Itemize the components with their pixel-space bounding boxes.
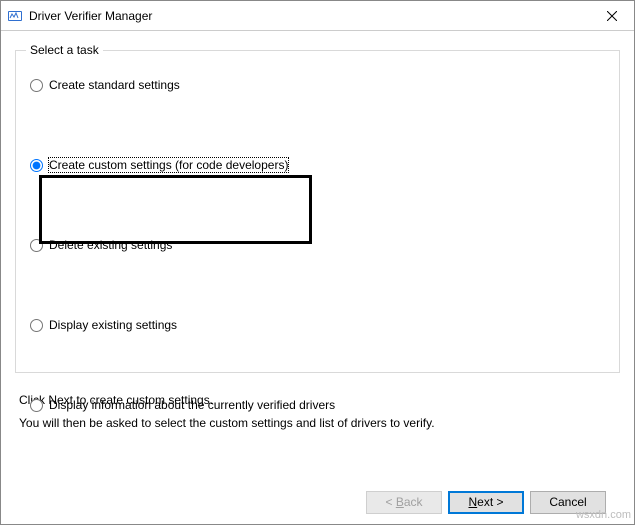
option-row-display-existing[interactable]: Display existing settings bbox=[30, 315, 609, 335]
option-row-create-standard[interactable]: Create standard settings bbox=[30, 75, 609, 95]
option-row-delete-existing[interactable]: Delete existing settings bbox=[30, 235, 609, 255]
titlebar: Driver Verifier Manager bbox=[1, 1, 634, 31]
button-bar: < Back Next > Cancel bbox=[15, 480, 620, 524]
groupbox-legend: Select a task bbox=[26, 43, 103, 57]
app-icon bbox=[7, 8, 23, 24]
close-button[interactable] bbox=[589, 1, 634, 30]
option-row-create-custom[interactable]: Create custom settings (for code develop… bbox=[30, 155, 609, 175]
radio-display-existing[interactable] bbox=[30, 319, 43, 332]
label-create-standard[interactable]: Create standard settings bbox=[49, 78, 180, 92]
label-display-info[interactable]: Display information about the currently … bbox=[49, 398, 335, 412]
label-create-custom[interactable]: Create custom settings (for code develop… bbox=[49, 158, 288, 172]
dialog-window: Driver Verifier Manager Select a task Cr… bbox=[0, 0, 635, 525]
cancel-button[interactable]: Cancel bbox=[530, 491, 606, 514]
next-button[interactable]: Next > bbox=[448, 491, 524, 514]
label-delete-existing[interactable]: Delete existing settings bbox=[49, 238, 172, 252]
close-icon bbox=[607, 11, 617, 21]
content-area: Select a task Create standard settings C… bbox=[1, 31, 634, 524]
option-row-display-info[interactable]: Display information about the currently … bbox=[30, 395, 609, 415]
window-title: Driver Verifier Manager bbox=[29, 9, 589, 23]
radio-delete-existing[interactable] bbox=[30, 239, 43, 252]
task-groupbox: Select a task Create standard settings C… bbox=[15, 43, 620, 373]
label-display-existing[interactable]: Display existing settings bbox=[49, 318, 177, 332]
radio-create-standard[interactable] bbox=[30, 79, 43, 92]
back-button: < Back bbox=[366, 491, 442, 514]
radio-display-info[interactable] bbox=[30, 399, 43, 412]
radio-create-custom[interactable] bbox=[30, 159, 43, 172]
